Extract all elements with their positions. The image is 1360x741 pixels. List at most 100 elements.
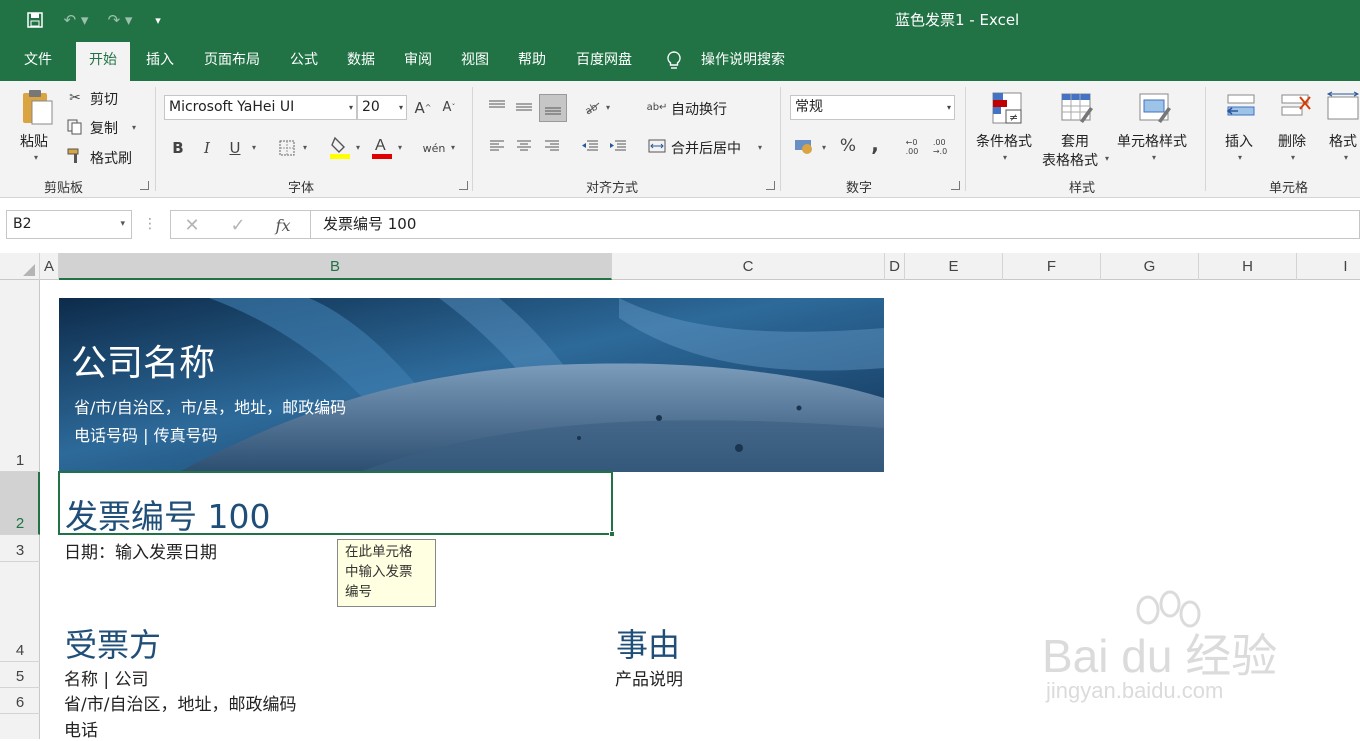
format-cells-button[interactable]: 格式 xyxy=(1329,131,1357,151)
formula-input[interactable]: 发票编号 100 xyxy=(310,210,1360,239)
font-launcher-icon[interactable] xyxy=(459,181,468,190)
insert-function-icon[interactable]: fx xyxy=(270,213,296,237)
delete-cells-button[interactable]: 删除 xyxy=(1278,131,1306,151)
increase-font-icon[interactable]: A ^ xyxy=(412,95,434,120)
tab-data[interactable]: 数据 xyxy=(339,40,383,81)
underline-button[interactable]: U xyxy=(225,136,245,160)
format-as-table-button[interactable]: 套用 xyxy=(1061,131,1089,151)
tab-home[interactable]: 开始 xyxy=(76,42,130,81)
format-cells-icon[interactable] xyxy=(1326,89,1360,127)
insert-cells-button[interactable]: 插入 xyxy=(1225,131,1253,151)
align-right-icon[interactable] xyxy=(540,134,564,158)
row-header-6[interactable]: 6 xyxy=(0,688,40,714)
align-bottom-icon[interactable] xyxy=(539,94,567,122)
bill-to-phone-cell[interactable]: 电话 xyxy=(64,716,98,741)
font-name-select[interactable]: Microsoft YaHei UI ▾ xyxy=(164,95,357,120)
borders-dropdown-icon[interactable]: ▾ xyxy=(303,143,307,152)
delete-cells-icon[interactable] xyxy=(1276,89,1314,127)
phonetic-icon[interactable]: wén xyxy=(422,136,446,160)
font-size-select[interactable]: 20 ▾ xyxy=(357,95,407,120)
format-as-table-dropdown-icon[interactable]: ▾ xyxy=(1105,154,1109,163)
name-box[interactable]: B2 ▾ xyxy=(6,210,132,239)
bill-to-address-cell[interactable]: 省/市/自治区，地址，邮政编码 xyxy=(64,690,296,715)
wrap-text-button[interactable]: 自动换行 xyxy=(671,99,727,119)
fill-handle[interactable] xyxy=(609,531,615,537)
bold-button[interactable]: B xyxy=(168,136,188,160)
save-icon[interactable] xyxy=(22,8,48,32)
row-header-2[interactable]: 2 xyxy=(0,472,40,535)
row-header-1[interactable]: 1 xyxy=(0,280,40,472)
tab-help[interactable]: 帮助 xyxy=(510,40,554,81)
decrease-font-icon[interactable]: Aˇ xyxy=(438,95,460,120)
decrease-indent-icon[interactable] xyxy=(578,134,602,158)
tab-view[interactable]: 视图 xyxy=(453,40,497,81)
align-left-icon[interactable] xyxy=(485,134,509,158)
bill-to-heading[interactable]: 受票方 xyxy=(65,620,161,666)
conditional-format-button[interactable]: 条件格式 xyxy=(976,131,1032,151)
percent-button[interactable]: % xyxy=(836,134,860,158)
align-center-icon[interactable] xyxy=(512,134,536,158)
column-header-h[interactable]: H xyxy=(1199,253,1297,280)
merge-center-icon[interactable] xyxy=(646,134,668,158)
selected-cell-b2[interactable] xyxy=(58,471,615,537)
format-painter-button[interactable]: 格式刷 xyxy=(90,148,132,168)
format-cells-dropdown-icon[interactable]: ▾ xyxy=(1344,153,1348,162)
merge-center-dropdown-icon[interactable]: ▾ xyxy=(758,143,762,152)
cut-icon[interactable]: ✂ xyxy=(66,89,84,107)
align-top-icon[interactable] xyxy=(485,95,509,119)
tab-baidu-netdisk[interactable]: 百度网盘 xyxy=(568,40,640,81)
conditional-format-dropdown-icon[interactable]: ▾ xyxy=(1003,153,1007,162)
tab-review[interactable]: 审阅 xyxy=(396,40,440,81)
borders-icon[interactable] xyxy=(276,136,298,160)
reason-heading[interactable]: 事由 xyxy=(616,620,680,666)
insert-cells-icon[interactable] xyxy=(1222,89,1260,127)
invoice-date-cell[interactable]: 日期：输入发票日期 xyxy=(64,538,217,563)
row-header-5[interactable]: 5 xyxy=(0,662,40,688)
cell-styles-dropdown-icon[interactable]: ▾ xyxy=(1152,153,1156,162)
fill-color-icon[interactable] xyxy=(328,133,352,161)
fill-color-dropdown-icon[interactable]: ▾ xyxy=(356,143,360,152)
font-color-dropdown-icon[interactable]: ▾ xyxy=(398,143,402,152)
insert-cells-dropdown-icon[interactable]: ▾ xyxy=(1238,153,1242,162)
delete-cells-dropdown-icon[interactable]: ▾ xyxy=(1291,153,1295,162)
copy-button[interactable]: 复制 xyxy=(90,118,118,138)
format-as-table-label-2[interactable]: 表格格式 xyxy=(1042,150,1098,170)
column-header-d[interactable]: D xyxy=(885,253,905,280)
bill-to-name-cell[interactable]: 名称 | 公司 xyxy=(64,665,149,690)
redo-icon[interactable]: ↷ ▾ xyxy=(102,8,138,32)
header-banner-image[interactable]: 公司名称 省/市/自治区，市/县，地址，邮政编码 电话号码 | 传真号码 xyxy=(59,298,884,472)
number-launcher-icon[interactable] xyxy=(951,181,960,190)
increase-indent-icon[interactable] xyxy=(606,134,630,158)
more-options-icon[interactable]: ⋮ xyxy=(142,214,158,234)
increase-decimal-icon[interactable]: ←0.00 xyxy=(900,134,924,160)
alignment-launcher-icon[interactable] xyxy=(766,181,775,190)
cell-styles-button[interactable]: 单元格样式 xyxy=(1117,131,1187,151)
tell-me-search[interactable]: 操作说明搜索 xyxy=(694,40,792,81)
font-color-icon[interactable]: A xyxy=(370,133,394,161)
row-header-3[interactable]: 3 xyxy=(0,535,40,562)
format-as-table-icon[interactable] xyxy=(1058,89,1096,127)
accounting-dropdown-icon[interactable]: ▾ xyxy=(822,143,826,152)
copy-dropdown-icon[interactable]: ▾ xyxy=(132,123,136,132)
column-header-i[interactable]: I xyxy=(1297,253,1360,280)
select-all-corner[interactable] xyxy=(0,253,40,280)
row-header-4[interactable]: 4 xyxy=(0,562,40,662)
format-painter-icon[interactable] xyxy=(66,147,84,165)
tab-file[interactable]: 文件 xyxy=(12,40,64,81)
cancel-icon[interactable]: ✕ xyxy=(180,213,204,237)
wrap-text-icon[interactable]: ab↵ xyxy=(646,95,668,119)
decrease-decimal-icon[interactable]: .00 →.0 xyxy=(928,134,952,160)
column-header-c[interactable]: C xyxy=(612,253,885,280)
undo-icon[interactable]: ↶ ▾ xyxy=(58,8,94,32)
underline-dropdown-icon[interactable]: ▾ xyxy=(252,143,256,152)
phonetic-dropdown-icon[interactable]: ▾ xyxy=(451,143,455,152)
italic-button[interactable]: I xyxy=(197,136,217,160)
paste-dropdown-icon[interactable]: ▾ xyxy=(34,153,38,162)
column-header-b[interactable]: B xyxy=(59,253,612,280)
paste-icon[interactable] xyxy=(18,87,56,127)
orientation-dropdown-icon[interactable]: ▾ xyxy=(606,103,610,112)
clipboard-launcher-icon[interactable] xyxy=(140,181,149,190)
enter-icon[interactable]: ✓ xyxy=(226,213,250,237)
lightbulb-icon[interactable] xyxy=(664,40,684,81)
tab-insert[interactable]: 插入 xyxy=(138,40,182,81)
